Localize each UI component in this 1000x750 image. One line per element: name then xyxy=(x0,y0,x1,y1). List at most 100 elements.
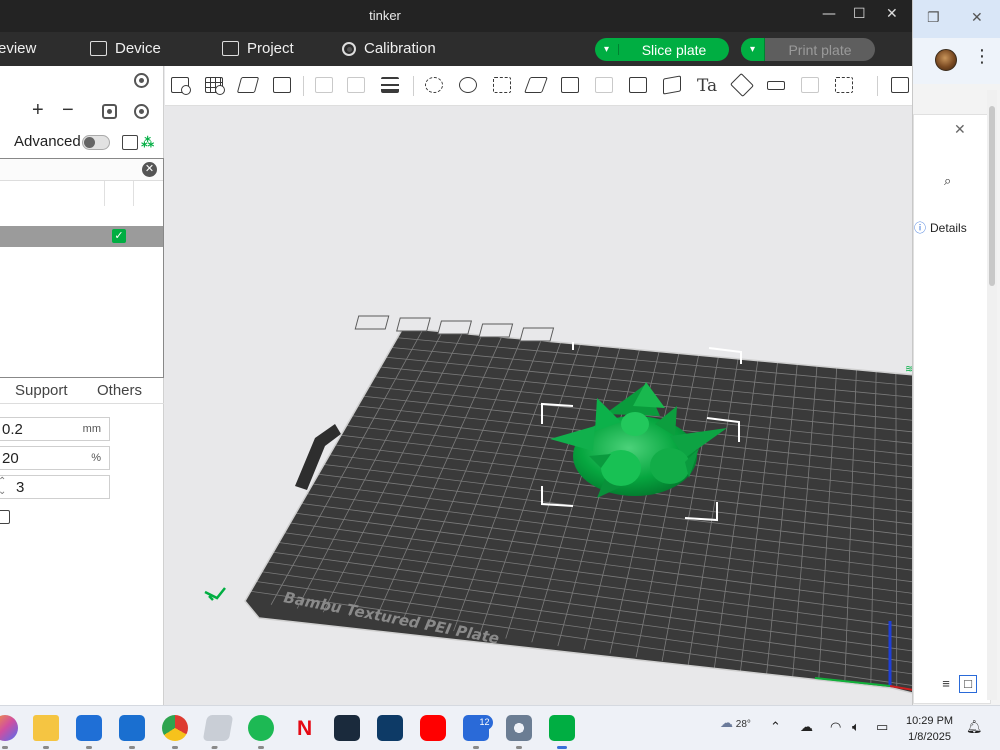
youtube-icon[interactable] xyxy=(420,715,446,741)
text-tool-icon[interactable]: Ta xyxy=(697,76,717,96)
bambu-logo-icon xyxy=(204,587,226,601)
project-icon xyxy=(222,41,239,56)
battery-icon[interactable]: ▭ xyxy=(876,720,888,735)
plate-orient-icon[interactable] xyxy=(396,317,431,332)
layers-icon[interactable] xyxy=(379,75,403,97)
option-checkbox[interactable] xyxy=(0,510,10,524)
tile-view-icon[interactable]: □ xyxy=(959,675,977,693)
bambu-studio-icon[interactable] xyxy=(549,715,575,749)
tab-support[interactable]: Support xyxy=(15,382,68,399)
spin-arrows-icon[interactable]: ⌃ ⌄ xyxy=(0,477,6,497)
advanced-toggle[interactable] xyxy=(82,135,110,150)
outlook-icon[interactable] xyxy=(119,715,145,749)
color-paint-icon[interactable] xyxy=(729,72,755,98)
more-icon[interactable]: ⋮ xyxy=(973,46,991,67)
layer-height-field[interactable]: 0.2 mm xyxy=(0,417,110,441)
arrange-icon[interactable] xyxy=(271,75,295,97)
wall-loops-stepper[interactable]: ⌃ ⌄ 3 xyxy=(0,475,110,499)
table-row[interactable]: ✓ xyxy=(0,226,163,247)
toolbar: Ta xyxy=(165,66,912,106)
check-icon[interactable]: ✓ xyxy=(112,229,126,243)
settings-panel: + − Advanced ⁂ ✕ ✓ Support Others 0.2 mm xyxy=(0,66,164,705)
taskbar: N 12 ☁ 28° ⌃ ☁ ◠ 🔈︎ ▭ 10:29 PM 1/8/2025 … xyxy=(0,705,1000,750)
filament-settings-icon[interactable] xyxy=(134,104,149,119)
weather-widget[interactable]: ☁ 28° xyxy=(720,715,751,731)
tab-device[interactable]: Device xyxy=(90,40,161,57)
object-list: ✕ ✓ xyxy=(0,158,164,378)
print-plate-button[interactable]: ▾ Print plate xyxy=(741,38,875,61)
spotify-icon[interactable] xyxy=(248,715,274,749)
remove-plate-icon[interactable]: − xyxy=(62,99,74,122)
seam-paint-icon[interactable] xyxy=(661,75,685,97)
bambu-studio-window: tinker — ☐ ✕ eview Device Project Calibr… xyxy=(0,0,912,705)
notification-bell-icon[interactable]: 🔔︎ xyxy=(966,720,983,735)
fit-view-icon[interactable] xyxy=(833,75,857,97)
avatar[interactable] xyxy=(935,49,957,71)
onedrive-icon[interactable]: ☁ xyxy=(800,720,813,735)
disney-plus-icon[interactable] xyxy=(377,715,403,741)
3d-viewport[interactable]: Bambu Textured PEI Plate ≋ xyxy=(165,106,912,705)
close-icon[interactable]: ✕ xyxy=(886,6,898,22)
add-plate-grid-icon[interactable] xyxy=(203,75,227,97)
tab-calibration[interactable]: Calibration xyxy=(342,40,436,57)
measure-icon[interactable] xyxy=(765,75,789,97)
object-list-header: ✕ xyxy=(0,159,163,181)
chevron-up-icon[interactable]: ⌃ xyxy=(770,720,781,735)
cut-icon[interactable] xyxy=(559,75,583,97)
background-titlebar: ❐ ✕ xyxy=(913,0,1000,38)
panel-close-icon[interactable]: ✕ xyxy=(954,121,966,138)
assembly-icon[interactable] xyxy=(799,75,823,97)
orient-icon[interactable] xyxy=(236,75,261,97)
file-explorer-icon[interactable] xyxy=(33,715,59,749)
advanced-label: Advanced xyxy=(14,133,81,150)
chevron-down-icon[interactable]: ▾ xyxy=(741,38,765,61)
paste-icon[interactable] xyxy=(345,75,369,97)
settings-icon[interactable] xyxy=(506,715,532,749)
tab-preview[interactable]: eview xyxy=(0,40,36,57)
lay-on-face-icon[interactable] xyxy=(524,75,549,97)
build-plate-scene[interactable]: Bambu Textured PEI Plate ≋ xyxy=(165,106,912,705)
device-icon xyxy=(90,41,107,56)
scale-icon[interactable] xyxy=(491,75,515,97)
prime-video-icon[interactable] xyxy=(334,715,360,741)
details-item[interactable]: ⓘ Details xyxy=(914,219,967,236)
printer-settings-icon[interactable] xyxy=(134,73,149,88)
clear-search-icon[interactable]: ✕ xyxy=(142,162,157,177)
tab-project[interactable]: Project xyxy=(222,40,294,57)
add-plate-icon[interactable]: + xyxy=(32,99,44,122)
mesh-boolean-icon[interactable] xyxy=(593,75,617,97)
volume-icon[interactable]: 🔈︎ xyxy=(852,720,860,735)
minimize-icon[interactable]: — xyxy=(822,6,836,22)
rotate-icon[interactable] xyxy=(457,75,481,97)
object-tree-icon[interactable]: ⁂ xyxy=(141,135,156,150)
filament-sync-icon[interactable] xyxy=(102,104,117,119)
wifi-icon[interactable]: ◠ xyxy=(830,720,841,735)
copilot-icon[interactable] xyxy=(0,715,18,749)
chrome-icon[interactable] xyxy=(162,715,188,749)
move-icon[interactable] xyxy=(423,75,447,97)
support-paint-icon[interactable] xyxy=(627,75,651,97)
maximize-icon[interactable]: ☐ xyxy=(853,6,866,22)
list-icon[interactable] xyxy=(122,135,138,150)
snipping-icon[interactable] xyxy=(202,715,234,749)
slice-plate-button[interactable]: ▾ Slice plate xyxy=(595,38,729,61)
plate-lock-icon[interactable] xyxy=(478,323,514,338)
plate-arrange-icon[interactable] xyxy=(437,320,473,335)
infill-density-field[interactable]: 20 % xyxy=(0,446,110,470)
list-view-icon[interactable]: ≡ xyxy=(937,676,955,694)
info-icon: ⓘ xyxy=(914,221,927,235)
scrollbar[interactable] xyxy=(987,90,997,700)
tab-others[interactable]: Others xyxy=(97,382,142,399)
clock[interactable]: 10:29 PM 1/8/2025 xyxy=(906,713,953,745)
store-icon[interactable] xyxy=(76,715,102,749)
split-icon[interactable] xyxy=(889,75,913,97)
search-icon[interactable]: ⌕ xyxy=(944,173,951,189)
chevron-down-icon[interactable]: ▾ xyxy=(595,44,619,55)
add-object-icon[interactable] xyxy=(169,75,193,97)
copy-icon[interactable] xyxy=(313,75,337,97)
netflix-icon[interactable]: N xyxy=(291,715,317,741)
close-icon[interactable]: ✕ xyxy=(971,10,983,26)
plate-settings-icon[interactable] xyxy=(519,327,555,342)
restore-icon[interactable]: ❐ xyxy=(927,10,940,26)
plate-delete-icon[interactable] xyxy=(354,315,390,330)
